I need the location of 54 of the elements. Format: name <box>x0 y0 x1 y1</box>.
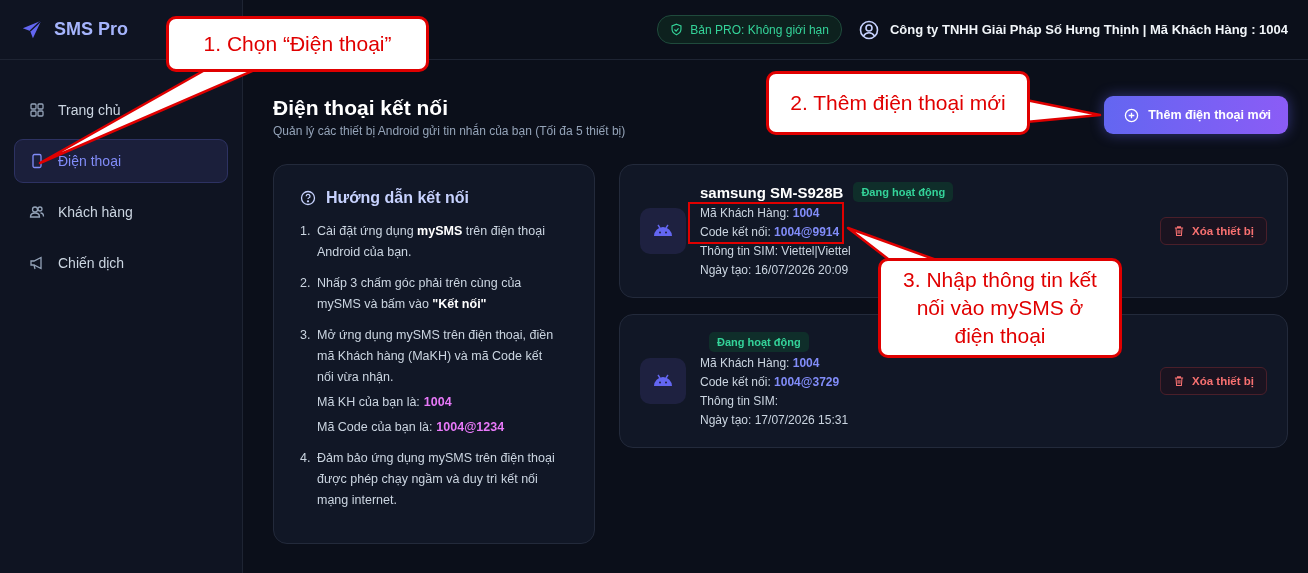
step-number: 3. <box>300 327 312 344</box>
sidebar-item[interactable]: Điện thoại <box>14 139 228 183</box>
created-date: Ngày tạo: 17/07/2026 15:31 <box>700 412 849 429</box>
code-label: Code kết nối: <box>700 375 771 389</box>
step-number: 1. <box>300 223 312 240</box>
android-icon <box>640 208 686 254</box>
app-name: SMS Pro <box>54 19 128 40</box>
customer-id: 1004 <box>792 356 820 370</box>
callout: 2. Thêm điện thoại mới <box>766 71 1030 135</box>
plan-badge: Bản PRO: Không giới hạn <box>657 15 842 44</box>
trash-icon <box>1173 375 1185 387</box>
sim-info: Thông tin SIM: Viettel|Viettel <box>700 243 851 260</box>
account-name: Công ty TNHH Giải Pháp Số Hưng Thịnh | Mã Khách Hàng : 1004 <box>889 22 1288 37</box>
status-badge: Đang hoạt động <box>853 182 954 202</box>
add-phone-button[interactable]: Thêm điện thoại mới <box>1104 96 1288 134</box>
delete-device-button[interactable]: Xóa thiết bị <box>1160 217 1267 245</box>
sidebar-item[interactable]: Khách hàng <box>14 190 228 234</box>
code-label: Mã KH của bạn là: <box>317 394 420 411</box>
user-avatar-icon[interactable] <box>858 19 879 40</box>
callout: 1. Chọn “Điện thoại” <box>166 16 429 72</box>
phone-icon <box>29 153 45 169</box>
device-name: samsung SM-S928B <box>700 183 844 201</box>
customer-label: Mã Khách Hàng: <box>700 206 790 220</box>
sidebar-item[interactable]: Trang chủ <box>14 88 228 132</box>
trash-icon <box>1173 225 1185 237</box>
status-badge: Đang hoạt động <box>709 332 809 352</box>
created-date: Ngày tạo: 16/07/2026 20:09 <box>700 262 849 279</box>
step-text: Cài đặt ứng dụng mySMS trên điện thoại Android của bạn. <box>317 224 545 259</box>
sidebar-item[interactable]: Chiến dịch <box>14 241 228 285</box>
customer-id: 1004 <box>792 206 820 220</box>
step-text: Nhấp 3 chấm góc phải trên cùng của mySMS và bấm vào "Kết nối" <box>317 276 522 311</box>
step-number: 2. <box>300 275 312 292</box>
guide-title: Hướng dẫn kết nối <box>326 189 469 207</box>
code-label: Code kết nối: <box>700 225 771 239</box>
shield-icon <box>670 23 684 36</box>
step-number: 4. <box>300 450 312 467</box>
code-value: 1004 <box>423 394 452 411</box>
plus-circle-icon <box>1124 107 1140 123</box>
step-text: Mở ứng dụng mySMS trên điện thoại, điền mã Khách hàng (MaKH) và mã Code kết nối vừa nhận. <box>317 328 554 384</box>
customer-label: Mã Khách Hàng: <box>700 356 790 370</box>
connection-code: 1004@3729 <box>774 375 840 389</box>
step-text: Đảm bảo ứng dụng mySMS trên điện thoại được phép chạy ngầm và duy trì kết nối mạng internet. <box>317 451 555 507</box>
connection-code: 1004@9914 <box>774 225 840 239</box>
code-value: 1004@1234 <box>436 419 505 436</box>
users-icon <box>29 204 45 220</box>
megaphone-icon <box>29 255 45 271</box>
delete-device-button[interactable]: Xóa thiết bị <box>1160 367 1267 395</box>
code-label: Mã Code của bạn là: <box>317 419 433 436</box>
help-icon <box>300 190 316 206</box>
page-title: Điện thoại kết nối <box>273 96 449 120</box>
page-subtitle: Quản lý các thiết bị Android gửi tin nhắn của bạn (Tối đa 5 thiết bị) <box>273 124 626 138</box>
android-icon <box>640 358 686 404</box>
grid-icon <box>29 102 45 118</box>
sim-info: Thông tin SIM: <box>700 393 779 410</box>
